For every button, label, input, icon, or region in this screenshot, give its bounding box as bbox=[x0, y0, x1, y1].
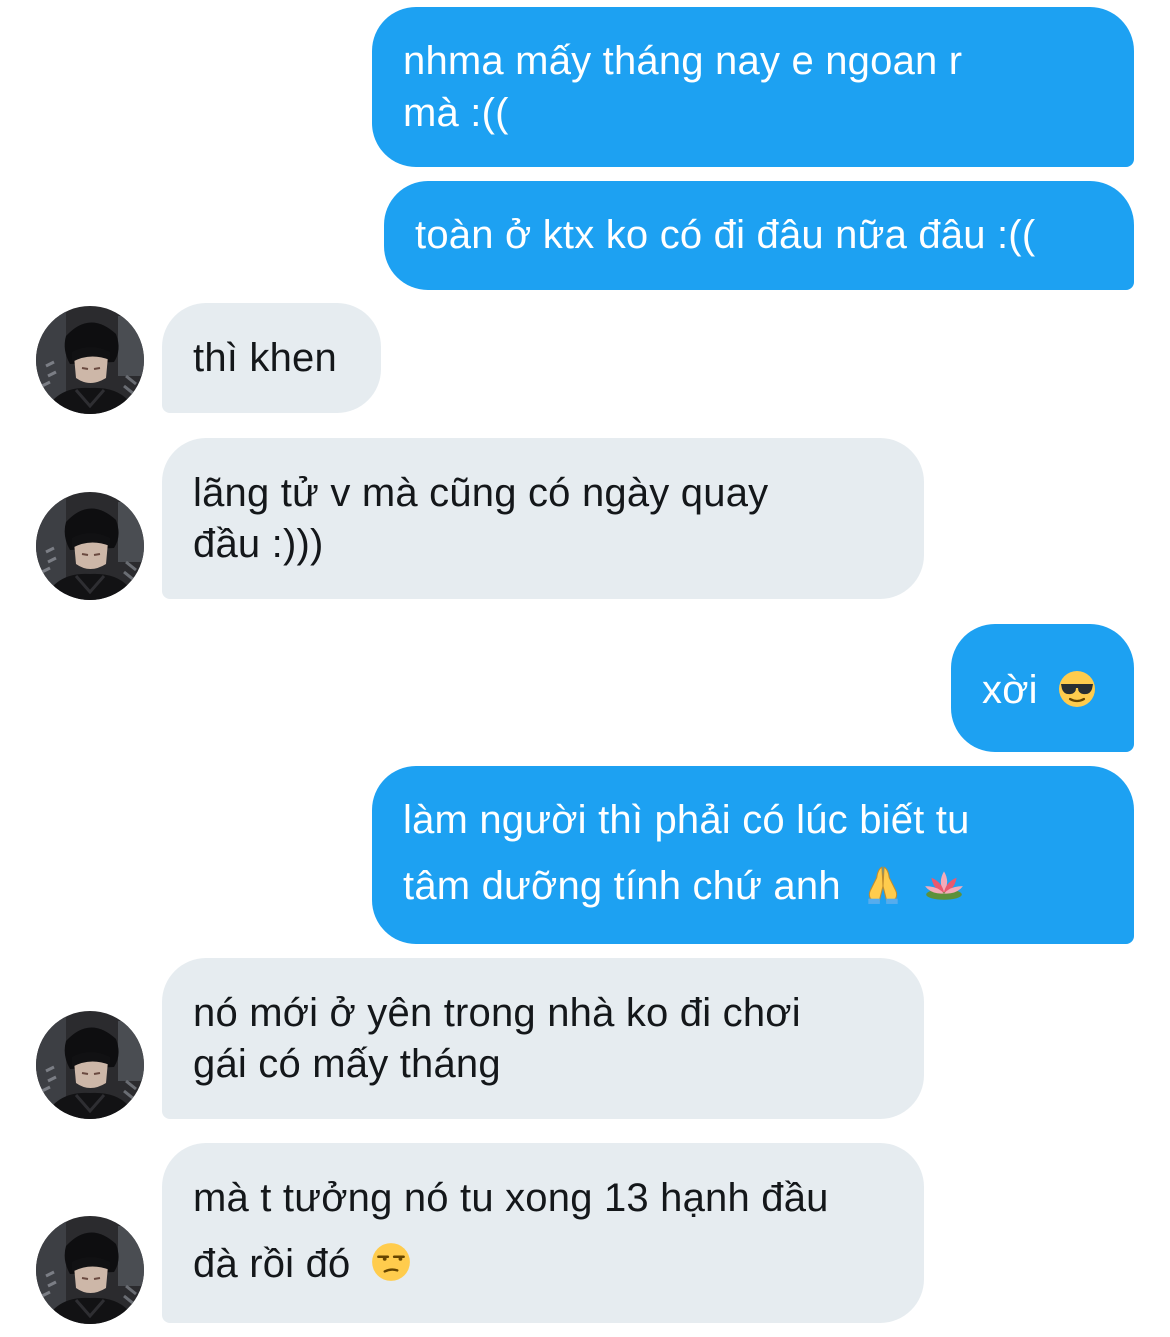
message-text-line: tâm dưỡng tính chứ anh bbox=[403, 864, 965, 909]
message-text-line: nhma mấy tháng nay e ngoan r bbox=[403, 39, 963, 83]
sent-message-bubble[interactable]: xời bbox=[951, 624, 1134, 752]
message-text-line: toàn ở ktx ko có đi đâu nữa đâu :(( bbox=[415, 213, 1036, 257]
received-message-bubble[interactable]: thì khen bbox=[162, 303, 381, 413]
received-message-bubble[interactable]: lãng tử v mà cũng có ngày quay đầu :))) bbox=[162, 438, 924, 599]
message-text-line: gái có mấy tháng bbox=[193, 1042, 501, 1086]
received-message-bubble[interactable]: nó mới ở yên trong nhà ko đi chơi gái có… bbox=[162, 958, 924, 1119]
smiling-face-with-sunglasses-icon bbox=[1057, 670, 1097, 709]
lotus-icon bbox=[925, 871, 964, 901]
message-text: xời bbox=[982, 668, 1038, 712]
folded-hands-icon bbox=[867, 867, 899, 905]
message-text-line: xời bbox=[982, 668, 1097, 713]
message-text-line: đà rồi đó bbox=[193, 1242, 412, 1287]
message-text-line: làm người thì phải có lúc biết tu bbox=[403, 798, 970, 842]
message-text-line: đầu :))) bbox=[193, 522, 324, 566]
sent-message-bubble[interactable]: nhma mấy tháng nay e ngoan r mà :(( bbox=[372, 7, 1134, 167]
received-message-bubble[interactable]: mà t tưởng nó tu xong 13 hạnh đầu đà rồi… bbox=[162, 1143, 924, 1323]
message-text-line: mà t tưởng nó tu xong 13 hạnh đầu bbox=[193, 1176, 829, 1220]
message-text-line: mà :(( bbox=[403, 91, 509, 135]
contact-avatar[interactable] bbox=[36, 306, 144, 414]
sent-message-bubble[interactable]: toàn ở ktx ko có đi đâu nữa đâu :(( bbox=[384, 181, 1134, 290]
contact-avatar[interactable] bbox=[36, 1011, 144, 1119]
message-text-line: lãng tử v mà cũng có ngày quay bbox=[193, 471, 769, 515]
message-text: đà rồi đó bbox=[193, 1242, 351, 1286]
contact-avatar[interactable] bbox=[36, 1216, 144, 1324]
contact-avatar[interactable] bbox=[36, 492, 144, 600]
message-text-line: nó mới ở yên trong nhà ko đi chơi bbox=[193, 991, 801, 1035]
sent-message-bubble[interactable]: làm người thì phải có lúc biết tu tâm dư… bbox=[372, 766, 1134, 944]
message-text-line: thì khen bbox=[193, 336, 337, 380]
unamused-face-icon bbox=[370, 1242, 411, 1283]
message-text: tâm dưỡng tính chứ anh bbox=[403, 864, 841, 908]
